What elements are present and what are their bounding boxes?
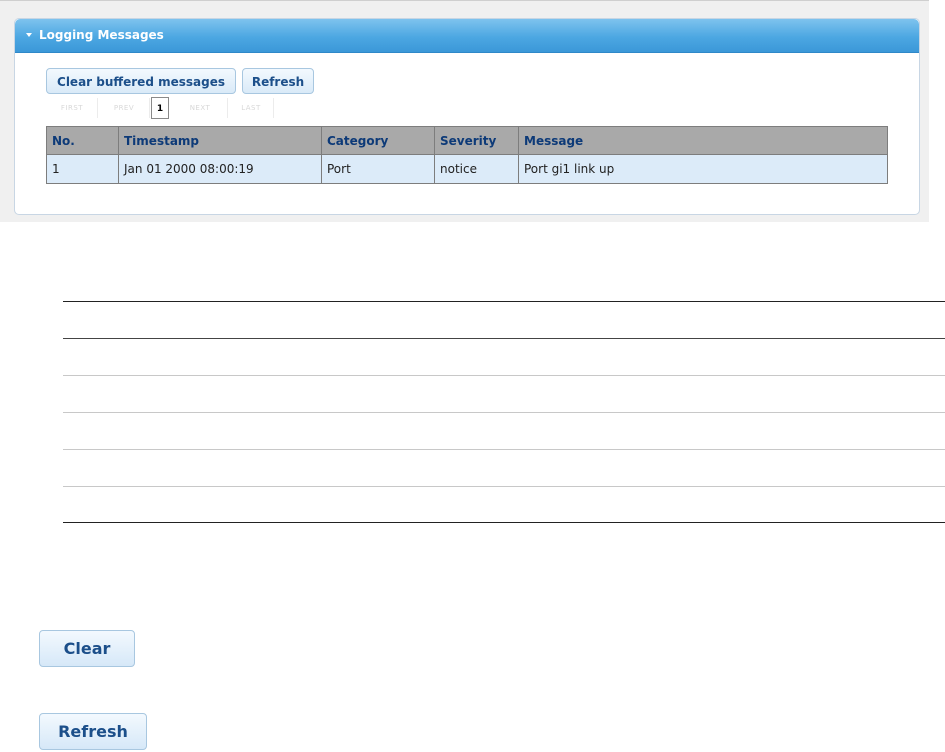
refresh-button[interactable]: Refresh bbox=[242, 68, 314, 94]
pager-current-page[interactable]: 1 bbox=[151, 97, 169, 119]
table-header-rule bbox=[63, 338, 945, 339]
pager-next[interactable]: NEXT bbox=[173, 98, 228, 118]
column-header-message[interactable]: Message bbox=[518, 126, 888, 155]
clear-button[interactable]: Clear bbox=[39, 630, 135, 667]
logging-frame: Logging Messages Clear buffered messages… bbox=[0, 0, 929, 222]
logging-messages-table: No. Timestamp Category Severity Message … bbox=[46, 126, 888, 184]
column-header-timestamp[interactable]: Timestamp bbox=[118, 126, 322, 155]
column-header-severity[interactable]: Severity bbox=[434, 126, 519, 155]
logging-messages-panel: Logging Messages Clear buffered messages… bbox=[14, 18, 920, 215]
cell-severity: notice bbox=[434, 154, 519, 184]
column-header-no[interactable]: No. bbox=[46, 126, 119, 155]
table-bottom-rule bbox=[63, 522, 945, 523]
table-row-divider bbox=[63, 412, 945, 413]
table-row-divider bbox=[63, 486, 945, 487]
cell-message: Port gi1 link up bbox=[518, 154, 888, 184]
pager-first[interactable]: FIRST bbox=[47, 98, 98, 118]
table-header-row: No. Timestamp Category Severity Message bbox=[46, 126, 888, 155]
table-row-divider bbox=[63, 449, 945, 450]
collapse-caret-icon[interactable] bbox=[26, 32, 32, 37]
pager-prev[interactable]: PREV bbox=[99, 98, 150, 118]
pager-last[interactable]: LAST bbox=[229, 98, 274, 118]
clear-buffered-messages-button[interactable]: Clear buffered messages bbox=[46, 68, 236, 94]
cell-category: Port bbox=[321, 154, 435, 184]
panel-title: Logging Messages bbox=[39, 28, 164, 42]
column-header-category[interactable]: Category bbox=[321, 126, 435, 155]
cell-no: 1 bbox=[46, 154, 119, 184]
bottom-refresh-button[interactable]: Refresh bbox=[39, 713, 147, 750]
cell-timestamp: Jan 01 2000 08:00:19 bbox=[118, 154, 322, 184]
panel-header[interactable]: Logging Messages bbox=[15, 19, 919, 53]
table-top-rule bbox=[63, 301, 945, 302]
table-row-divider bbox=[63, 375, 945, 376]
table-row: 1 Jan 01 2000 08:00:19 Port notice Port … bbox=[46, 154, 888, 184]
